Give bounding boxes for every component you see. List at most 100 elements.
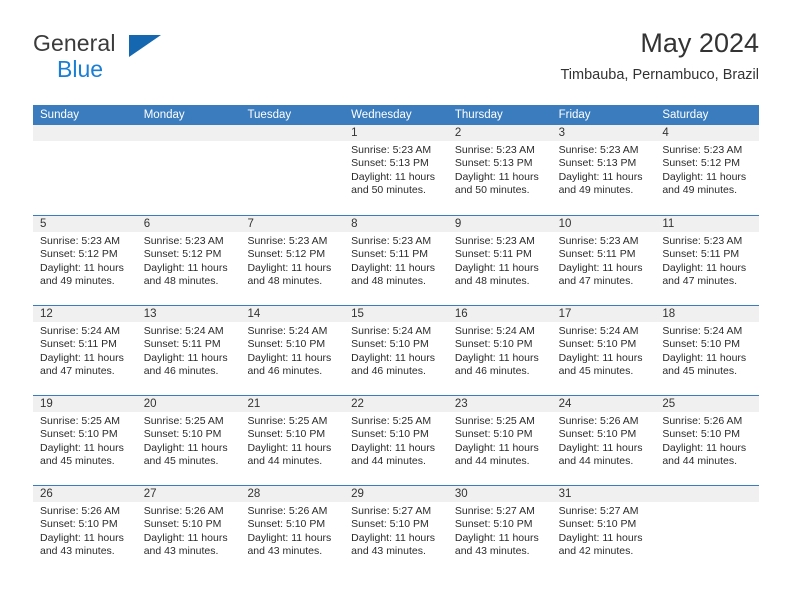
sunset-text: Sunset: 5:10 PM <box>247 338 326 351</box>
calendar-day-cell[interactable]: 20 Sunrise: 5:25 AM Sunset: 5:10 PM Dayligh… <box>136 396 241 485</box>
daylight-text-line2: and 44 minutes. <box>351 454 426 467</box>
daylight-text-line1: Daylight: 11 hours <box>40 531 124 544</box>
calendar-day-cell[interactable]: 30 Sunrise: 5:27 AM Sunset: 5:10 PM Dayligh… <box>447 486 552 575</box>
calendar-day-cell[interactable]: 14 Sunrise: 5:24 AM Sunset: 5:10 PM Dayligh… <box>240 306 345 395</box>
daylight-text-line1: Daylight: 11 hours <box>662 441 747 454</box>
calendar-day-cell[interactable]: 9 Sunrise: 5:23 AM Sunset: 5:11 PM Daylight… <box>447 216 552 305</box>
day-details: Sunrise: 5:24 AM Sunset: 5:10 PM Daylight:… <box>344 322 448 378</box>
calendar-day-cell[interactable]: 27 Sunrise: 5:26 AM Sunset: 5:10 PM Dayligh… <box>136 486 241 575</box>
sunset-text: Sunset: 5:13 PM <box>558 157 637 170</box>
daylight-text-line2: and 44 minutes. <box>454 454 530 467</box>
calendar-day-cell[interactable]: 10 Sunrise: 5:23 AM Sunset: 5:11 PM Dayligh… <box>551 216 656 305</box>
weekday-header-friday: Friday <box>558 109 591 121</box>
day-number: 14 <box>240 306 345 322</box>
title-block: May 2024 Timbauba, Pernambuco, Brazil <box>560 26 759 86</box>
day-number: 10 <box>551 216 656 232</box>
calendar-day-cell[interactable]: 15 Sunrise: 5:24 AM Sunset: 5:10 PM Dayligh… <box>344 306 448 395</box>
calendar-day-cell[interactable]: 2 Sunrise: 5:23 AM Sunset: 5:13 PM Daylight… <box>447 125 552 215</box>
calendar-day-cell[interactable]: 17 Sunrise: 5:24 AM Sunset: 5:10 PM Dayligh… <box>551 306 656 395</box>
calendar-day-cell[interactable]: 7 Sunrise: 5:23 AM Sunset: 5:12 PM Daylight… <box>240 216 345 305</box>
daylight-text-line1: Daylight: 11 hours <box>454 261 539 274</box>
day-number <box>136 125 241 141</box>
weekday-header-saturday: Saturday <box>662 109 709 121</box>
sunrise-text: Sunrise: 5:25 AM <box>40 415 120 427</box>
daylight-text-line2: and 42 minutes. <box>558 544 634 557</box>
general-blue-logo: General Blue <box>33 30 253 92</box>
page-subtitle-location: Timbauba, Pernambuco, Brazil <box>560 67 759 83</box>
calendar-day-cell[interactable]: 16 Sunrise: 5:24 AM Sunset: 5:10 PM Dayligh… <box>447 306 552 395</box>
sunset-text: Sunset: 5:11 PM <box>143 338 221 351</box>
sunset-text: Sunset: 5:10 PM <box>143 518 222 531</box>
day-number: 12 <box>33 306 137 322</box>
sunset-text: Sunset: 5:10 PM <box>143 428 222 441</box>
calendar-day-cell[interactable]: 12 Sunrise: 5:24 AM Sunset: 5:11 PM Dayligh… <box>33 306 137 395</box>
daylight-text-line1: Daylight: 11 hours <box>143 261 228 274</box>
page-title: May 2024 <box>640 28 759 58</box>
calendar-day-cell[interactable]: 25 Sunrise: 5:26 AM Sunset: 5:10 PM Dayligh… <box>655 396 760 485</box>
calendar-day-cell-empty <box>655 486 760 575</box>
day-number: 16 <box>447 306 552 322</box>
calendar-day-cell[interactable]: 19 Sunrise: 5:25 AM Sunset: 5:10 PM Dayligh… <box>33 396 137 485</box>
calendar-day-cell[interactable]: 26 Sunrise: 5:26 AM Sunset: 5:10 PM Dayligh… <box>33 486 137 575</box>
calendar-day-cell[interactable]: 5 Sunrise: 5:23 AM Sunset: 5:12 PM Daylight… <box>33 216 137 305</box>
calendar-day-cell[interactable]: 6 Sunrise: 5:23 AM Sunset: 5:12 PM Daylight… <box>136 216 241 305</box>
day-details: Sunrise: 5:23 AM Sunset: 5:13 PM Daylight:… <box>344 141 448 197</box>
sunset-text: Sunset: 5:11 PM <box>454 248 532 261</box>
day-number <box>655 486 760 502</box>
daylight-text-line1: Daylight: 11 hours <box>454 170 539 183</box>
daylight-text-line1: Daylight: 11 hours <box>351 351 436 364</box>
calendar-day-cell[interactable]: 3 Sunrise: 5:23 AM Sunset: 5:13 PM Daylight… <box>551 125 656 215</box>
sunset-text: Sunset: 5:10 PM <box>40 428 118 441</box>
calendar-day-cell[interactable]: 23 Sunrise: 5:25 AM Sunset: 5:10 PM Dayligh… <box>447 396 552 485</box>
calendar-day-cell[interactable]: 13 Sunrise: 5:24 AM Sunset: 5:11 PM Dayligh… <box>136 306 241 395</box>
daylight-text-line1: Daylight: 11 hours <box>143 351 228 364</box>
sunset-text: Sunset: 5:10 PM <box>351 338 429 351</box>
sunrise-text: Sunrise: 5:24 AM <box>454 325 535 337</box>
calendar-week-row: 5 Sunrise: 5:23 AM Sunset: 5:12 PM Daylight… <box>33 215 760 305</box>
calendar-day-cell[interactable]: 18 Sunrise: 5:24 AM Sunset: 5:10 PM Dayligh… <box>655 306 760 395</box>
calendar-day-cell[interactable]: 24 Sunrise: 5:26 AM Sunset: 5:10 PM Dayligh… <box>551 396 656 485</box>
daylight-text-line2: and 50 minutes. <box>454 183 530 196</box>
daylight-text-line1: Daylight: 11 hours <box>247 261 332 274</box>
sunset-text: Sunset: 5:10 PM <box>662 428 740 441</box>
day-number: 24 <box>551 396 656 412</box>
daylight-text-line1: Daylight: 11 hours <box>558 170 643 183</box>
sunset-text: Sunset: 5:10 PM <box>454 428 533 441</box>
calendar-day-cell[interactable]: 22 Sunrise: 5:25 AM Sunset: 5:10 PM Dayligh… <box>344 396 448 485</box>
sunset-text: Sunset: 5:10 PM <box>454 338 533 351</box>
sunrise-text: Sunrise: 5:23 AM <box>558 235 639 247</box>
calendar-day-cell[interactable]: 28 Sunrise: 5:26 AM Sunset: 5:10 PM Dayligh… <box>240 486 345 575</box>
calendar-day-cell[interactable]: 21 Sunrise: 5:25 AM Sunset: 5:10 PM Dayligh… <box>240 396 345 485</box>
calendar-day-cell[interactable]: 31 Sunrise: 5:27 AM Sunset: 5:10 PM Dayligh… <box>551 486 656 575</box>
daylight-text-line2: and 45 minutes. <box>143 454 219 467</box>
daylight-text-line2: and 43 minutes. <box>143 544 219 557</box>
daylight-text-line2: and 43 minutes. <box>40 544 115 557</box>
day-details: Sunrise: 5:25 AM Sunset: 5:10 PM Daylight:… <box>448 412 552 468</box>
daylight-text-line2: and 49 minutes. <box>662 183 738 196</box>
calendar-day-cell[interactable]: 4 Sunrise: 5:23 AM Sunset: 5:12 PM Daylight… <box>655 125 760 215</box>
calendar-day-cell[interactable]: 29 Sunrise: 5:27 AM Sunset: 5:10 PM Dayligh… <box>344 486 448 575</box>
day-number <box>240 125 345 141</box>
calendar-day-cell[interactable]: 11 Sunrise: 5:23 AM Sunset: 5:11 PM Dayligh… <box>655 216 760 305</box>
daylight-text-line1: Daylight: 11 hours <box>351 261 436 274</box>
calendar-week-row: 26 Sunrise: 5:26 AM Sunset: 5:10 PM Dayligh… <box>33 485 760 575</box>
sunrise-text: Sunrise: 5:23 AM <box>558 144 639 156</box>
daylight-text-line2: and 45 minutes. <box>662 364 738 377</box>
daylight-text-line2: and 49 minutes. <box>558 183 634 196</box>
calendar-day-cell[interactable]: 8 Sunrise: 5:23 AM Sunset: 5:11 PM Daylight… <box>344 216 448 305</box>
calendar-day-cell[interactable]: 1 Sunrise: 5:23 AM Sunset: 5:13 PM Daylight… <box>344 125 448 215</box>
day-details: Sunrise: 5:26 AM Sunset: 5:10 PM Daylight:… <box>240 502 344 558</box>
calendar-grid: Sunday Monday Tuesday Wednesday Thursday… <box>33 105 760 575</box>
day-details: Sunrise: 5:23 AM Sunset: 5:12 PM Daylight:… <box>240 232 344 288</box>
day-number: 26 <box>33 486 137 502</box>
daylight-text-line1: Daylight: 11 hours <box>558 351 643 364</box>
day-details: Sunrise: 5:23 AM Sunset: 5:12 PM Daylight:… <box>655 141 759 197</box>
calendar-week-row: 1 Sunrise: 5:23 AM Sunset: 5:13 PM Daylight… <box>33 125 760 215</box>
sunrise-text: Sunrise: 5:27 AM <box>351 505 432 517</box>
sunset-text: Sunset: 5:13 PM <box>351 157 429 170</box>
day-number: 23 <box>447 396 552 412</box>
sunrise-text: Sunrise: 5:25 AM <box>351 415 432 427</box>
sunset-text: Sunset: 5:10 PM <box>247 428 326 441</box>
daylight-text-line2: and 45 minutes. <box>558 364 634 377</box>
day-number: 18 <box>655 306 760 322</box>
